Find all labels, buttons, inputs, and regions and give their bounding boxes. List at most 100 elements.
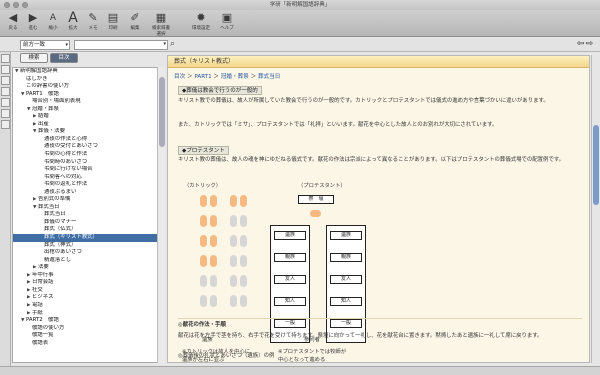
- toolbar-button-10[interactable]: ▣ ヘルプ: [216, 11, 238, 35]
- tree-item[interactable]: ▶ 日常会話: [13, 279, 161, 287]
- tree-item[interactable]: 通夜の作法と心得: [13, 136, 161, 144]
- tree-item[interactable]: 場合別・場面別表現: [13, 98, 161, 106]
- tree-item[interactable]: この辞書の使い方: [13, 83, 161, 91]
- toolbar-button-3[interactable]: A 縮小: [42, 11, 64, 35]
- paragraph-1a: キリスト教での葬儀は、故人が所属していた教会で行うのが一般的です。カトリックとプ…: [178, 98, 549, 104]
- pew-oval: [200, 255, 207, 267]
- seat-label: 知人: [274, 297, 306, 306]
- tab-list[interactable]: 検索: [20, 53, 48, 63]
- tree-item[interactable]: ▶ 結婚: [13, 113, 161, 121]
- strip-button-6[interactable]: [1, 109, 10, 118]
- strip-button-2[interactable]: [1, 65, 10, 74]
- breadcrumb-link-3[interactable]: 冠婚・葬祭: [221, 74, 249, 80]
- tree-item[interactable]: 葬式（キリスト教式）: [13, 234, 161, 242]
- status-bar: [0, 366, 600, 375]
- breadcrumb-link-1[interactable]: 目次: [174, 74, 185, 80]
- tree-item[interactable]: ▶ 電話: [13, 302, 161, 310]
- toolbar-button-9[interactable]: ✹ 環境設定: [190, 11, 212, 35]
- tree-item[interactable]: ▼ 新明解国語辞典: [13, 68, 161, 76]
- toolbar-label: 環境設定: [192, 26, 210, 31]
- tab-contents[interactable]: 目次: [50, 53, 78, 63]
- tree-item[interactable]: 出棺のあいさつ: [13, 249, 161, 257]
- tree-item-label: 精進落とし: [44, 256, 71, 263]
- tree-item[interactable]: 葬式当日: [13, 211, 161, 219]
- tree-item[interactable]: 葬式（神式）: [13, 242, 161, 250]
- toolbar-button-5[interactable]: ✎ メモ: [82, 11, 104, 35]
- tree-scroll-thumb[interactable]: [159, 77, 165, 147]
- tree-item[interactable]: 敬語表: [13, 340, 161, 348]
- tree-item[interactable]: 弔問の返礼と作法: [13, 181, 161, 189]
- close-button[interactable]: [4, 2, 10, 8]
- breadcrumb-link-4[interactable]: 葬式当日: [258, 74, 280, 80]
- search-mode-select[interactable]: 前方一致: [20, 40, 70, 50]
- breadcrumb: 目次 ＞ PART1 ＞ 冠婚・葬祭 ＞ 葬式当日: [174, 74, 281, 80]
- tree-item[interactable]: ▶ 手紙: [13, 310, 161, 318]
- strip-button-7[interactable]: [1, 120, 10, 129]
- toolbar-button-2[interactable]: ▶ 進む: [22, 11, 44, 35]
- toolbar-button-1[interactable]: ◀ 戻る: [2, 11, 24, 35]
- article-scroll-thumb[interactable]: [593, 125, 599, 205]
- pew-oval: [210, 255, 217, 267]
- tree-item[interactable]: ▶ 社交: [13, 287, 161, 295]
- tree-item-label: 葬儀のマナー: [44, 218, 77, 225]
- tree-item[interactable]: 敬語の使い方: [13, 325, 161, 333]
- toolbar-button-7[interactable]: ✐ 編集: [124, 11, 146, 35]
- toolbar-label: 検索辞書選択: [152, 26, 170, 37]
- pew-oval: [210, 295, 217, 307]
- tree-item[interactable]: ▶ 出産: [13, 121, 161, 129]
- tree-item[interactable]: 精進落とし: [13, 257, 161, 265]
- diagram-title-left: （カトリック）: [184, 183, 222, 189]
- tree-item[interactable]: ▶ 法要: [13, 264, 161, 272]
- tree-item[interactable]: 弔問に行けない場合: [13, 166, 161, 174]
- toolbar-label: 編集: [130, 26, 140, 31]
- tree-item[interactable]: 弔問客への対応: [13, 174, 161, 182]
- tree-item-label: 葬式（仏式）: [44, 226, 77, 233]
- pew-oval: [240, 195, 247, 207]
- tree-scrollbar[interactable]: [157, 67, 165, 363]
- search-icon[interactable]: ⌕: [170, 39, 175, 49]
- tree-item[interactable]: はしがき: [13, 76, 161, 84]
- article-scrollbar[interactable]: [591, 55, 599, 363]
- toolbar-button-6[interactable]: ▤ 印刷: [102, 11, 124, 35]
- tree-item[interactable]: 通夜ぶるまい: [13, 189, 161, 197]
- minimize-button[interactable]: [13, 2, 19, 8]
- tree-item-label: 敬語一覧: [32, 332, 54, 339]
- tree-item-label: 葬式当日: [38, 203, 60, 210]
- tree-item[interactable]: 葬儀のマナー: [13, 219, 161, 227]
- tree-item[interactable]: 弔問の心得と作法: [13, 151, 161, 159]
- pen-icon: ✎: [88, 11, 98, 24]
- history-arrows[interactable]: ⇦⇨: [577, 39, 594, 49]
- tree-item[interactable]: 弔問時のあいさつ: [13, 159, 161, 167]
- pew-oval: [210, 215, 217, 227]
- strip-button-4[interactable]: [1, 87, 10, 96]
- tree-item[interactable]: ▼ 葬式当日: [13, 204, 161, 212]
- tree-item-label: この辞書の使い方: [26, 83, 70, 90]
- mark-icon: ▤: [107, 11, 119, 24]
- forward-icon: ▶: [28, 11, 38, 24]
- tree-item[interactable]: ▶ 年中行事: [13, 272, 161, 280]
- tree-item[interactable]: ▼ PART1 敬語: [13, 91, 161, 99]
- zoom-button[interactable]: [22, 2, 28, 8]
- search-input[interactable]: [74, 40, 168, 50]
- tree-item[interactable]: ▶ 告別式の準備: [13, 196, 161, 204]
- strip-button-1[interactable]: [1, 54, 10, 63]
- tree-item-label: はしがき: [26, 75, 48, 82]
- tree-item[interactable]: ▼ 葬儀・法要: [13, 128, 161, 136]
- breadcrumb-link-2[interactable]: PART1: [194, 74, 211, 80]
- tree-item[interactable]: ▼ PART2 敬語: [13, 317, 161, 325]
- toolbar-button-8[interactable]: ▦ 検索辞書選択: [150, 11, 172, 37]
- toolbar-button-4[interactable]: A 拡大: [62, 11, 84, 35]
- article-pane: 葬式（キリスト教式） 目次 ＞ PART1 ＞ 冠婚・葬祭 ＞ 葬式当日 ◆葬儀…: [167, 55, 590, 363]
- tree-item-label: 手紙: [32, 309, 43, 316]
- tree-item[interactable]: ▼ 冠婚・葬祭: [13, 106, 161, 114]
- tree-item-label: 葬式（キリスト教式）: [44, 234, 98, 241]
- strip-button-3[interactable]: [1, 76, 10, 85]
- pew-oval: [200, 195, 207, 207]
- tree-item[interactable]: 通夜の受付とあいさつ: [13, 143, 161, 151]
- seat-label: 知人: [330, 297, 362, 306]
- pew-oval: [230, 255, 237, 267]
- tree-item[interactable]: 葬式（仏式）: [13, 226, 161, 234]
- tree-item[interactable]: 敬語一覧: [13, 332, 161, 340]
- strip-button-5[interactable]: [1, 98, 10, 107]
- tree-item[interactable]: ▶ ビジネス: [13, 294, 161, 302]
